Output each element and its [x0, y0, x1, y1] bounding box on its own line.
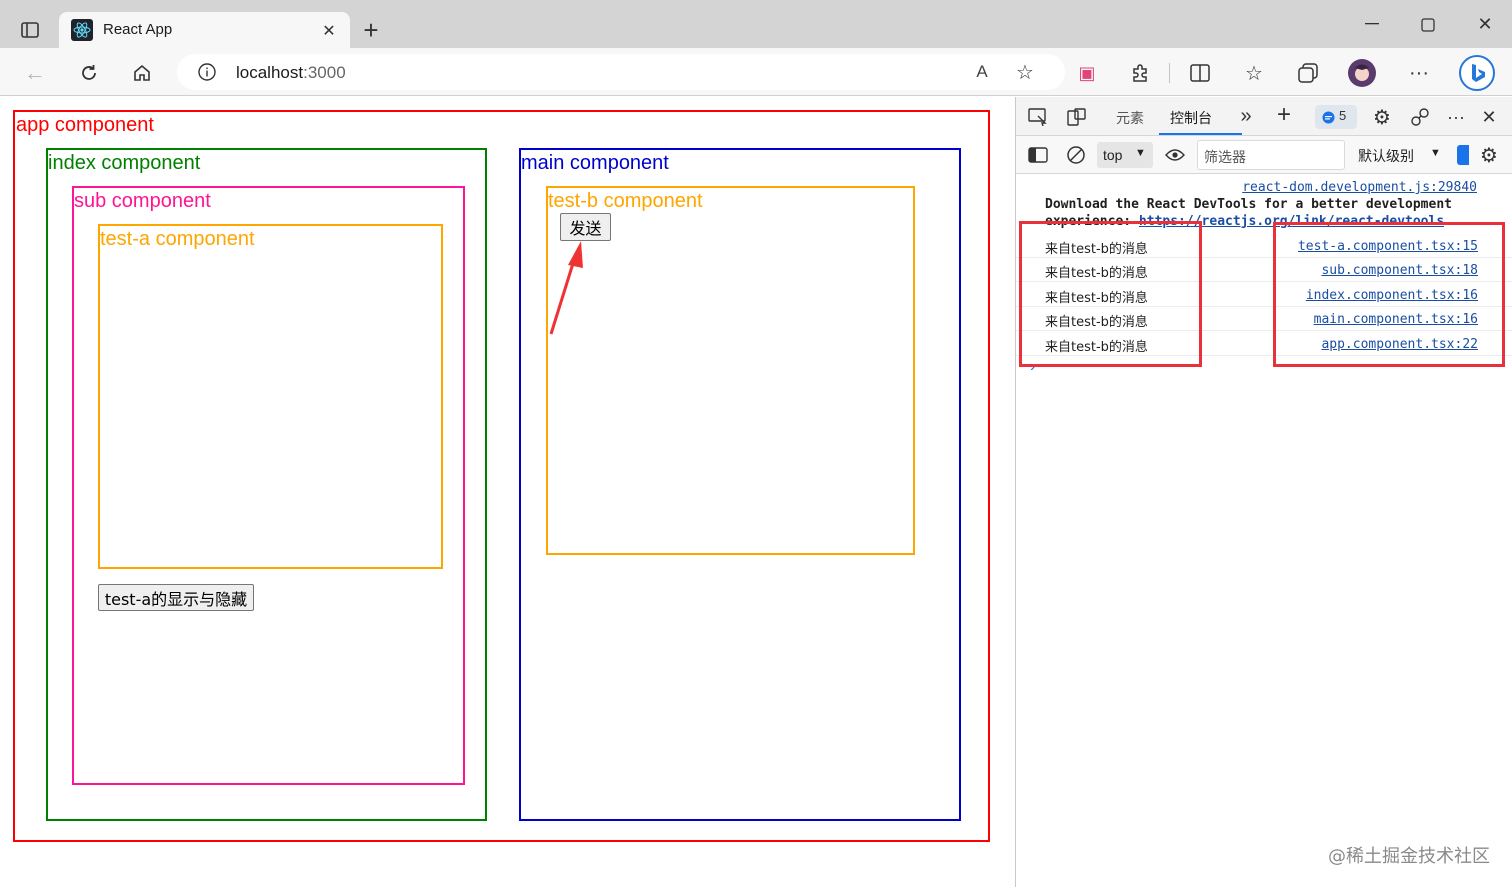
minimize-icon[interactable]	[1360, 12, 1384, 36]
favorite-add-icon[interactable]: ☆	[1013, 60, 1037, 84]
favorites-icon[interactable]: ☆	[1241, 60, 1267, 86]
browser-tab[interactable]: React App ✕	[59, 12, 350, 49]
tab-console[interactable]: 控制台	[1170, 108, 1212, 128]
reload-icon[interactable]	[76, 60, 102, 86]
more-tabs-icon[interactable]: »	[1235, 104, 1257, 128]
watermark: @稀土掘金技术社区	[1328, 846, 1490, 867]
connection-icon[interactable]	[1408, 105, 1432, 129]
collections-icon[interactable]	[1295, 60, 1321, 86]
issues-count: 5	[1339, 108, 1347, 123]
filter-input[interactable]: 筛选器	[1197, 140, 1345, 170]
log-level-value: 默认级别	[1358, 148, 1414, 164]
toolbar-divider	[1169, 63, 1170, 83]
address-bar[interactable]: localhost:3000 A ☆	[177, 54, 1065, 90]
test-a-component-label: test-a component	[100, 228, 255, 250]
test-b-component-label: test-b component	[548, 190, 703, 212]
inspect-icon[interactable]	[1026, 105, 1050, 129]
read-aloud-icon[interactable]: A	[970, 60, 994, 84]
chevron-down-icon: ▼	[1135, 147, 1146, 159]
close-icon[interactable]: ✕	[317, 19, 341, 43]
tab-title: React App	[103, 21, 173, 38]
info-icon[interactable]	[196, 61, 218, 83]
browser-toolbar: ← localhost:3000 A ☆ ▣ ☆ ···	[0, 48, 1512, 96]
devtools-tab-bar: 元素 控制台 » + 5 ⚙ ··· ✕	[1016, 97, 1512, 136]
sidebar-toggle-icon[interactable]	[1027, 144, 1049, 166]
clear-console-icon[interactable]	[1065, 144, 1087, 166]
split-screen-icon[interactable]	[1187, 60, 1213, 86]
console-settings-icon[interactable]: ⚙	[1477, 143, 1501, 167]
chevron-down-icon: ▼	[1430, 147, 1441, 159]
maximize-icon[interactable]	[1416, 13, 1440, 37]
new-tab-icon[interactable]: +	[358, 15, 384, 45]
react-logo-icon	[71, 19, 93, 41]
log-level-select[interactable]: 默认级别 ▼	[1356, 144, 1446, 166]
add-tab-icon[interactable]: +	[1272, 101, 1296, 128]
issues-mini-badge[interactable]	[1457, 145, 1469, 165]
live-expression-icon[interactable]	[1163, 144, 1187, 166]
back-icon[interactable]: ←	[22, 60, 48, 86]
more-icon[interactable]: ···	[1406, 60, 1432, 86]
context-select[interactable]: top ▼	[1097, 142, 1153, 168]
issues-badge[interactable]: 5	[1315, 105, 1357, 129]
tab-elements[interactable]: 元素	[1116, 108, 1144, 128]
context-value: top	[1103, 147, 1123, 163]
console-toolbar: top ▼ 筛选器 默认级别 ▼ ⚙	[1016, 136, 1512, 174]
test-b-component-box: test-b component	[546, 186, 915, 555]
devtools-message-line1: Download the React DevTools for a better…	[1045, 197, 1452, 212]
annotation-box-messages	[1019, 221, 1202, 367]
app-component-label: app component	[16, 114, 154, 136]
devtools-more-icon[interactable]: ···	[1444, 105, 1468, 129]
home-icon[interactable]	[129, 60, 155, 86]
sub-component-label: sub component	[74, 190, 211, 212]
extension-icon[interactable]: ▣	[1074, 60, 1100, 86]
index-component-label: index component	[48, 152, 201, 174]
profile-avatar-icon[interactable]	[1347, 58, 1377, 88]
device-toolbar-icon[interactable]	[1065, 105, 1089, 129]
annotation-box-sources	[1273, 222, 1505, 367]
active-tab-underline	[1159, 133, 1242, 135]
sidebar-icon[interactable]	[18, 18, 42, 42]
test-a-component-box: test-a component	[98, 224, 443, 569]
main-component-label: main component	[521, 152, 669, 174]
devtools-close-icon[interactable]: ✕	[1477, 105, 1501, 129]
window-close-icon[interactable]: ✕	[1473, 12, 1497, 36]
puzzle-icon[interactable]	[1127, 60, 1153, 86]
bing-icon[interactable]	[1458, 54, 1496, 92]
title-bar: React App ✕ + ✕	[0, 0, 1512, 49]
message-icon	[1321, 110, 1335, 124]
settings-icon[interactable]: ⚙	[1370, 105, 1394, 129]
url-text: localhost:3000	[236, 63, 346, 82]
toggle-test-a-button[interactable]: test-a的显示与隐藏	[98, 584, 254, 611]
first-source-link[interactable]: react-dom.development.js:29840	[1242, 180, 1477, 195]
devtools-panel: 元素 控制台 » + 5 ⚙ ··· ✕ top ▼ 筛选器 默认级别 ▼ ⚙ …	[1015, 97, 1512, 887]
page-viewport: app component index component sub compon…	[0, 97, 1015, 887]
filter-placeholder: 筛选器	[1204, 149, 1246, 165]
annotation-arrow	[549, 241, 583, 335]
